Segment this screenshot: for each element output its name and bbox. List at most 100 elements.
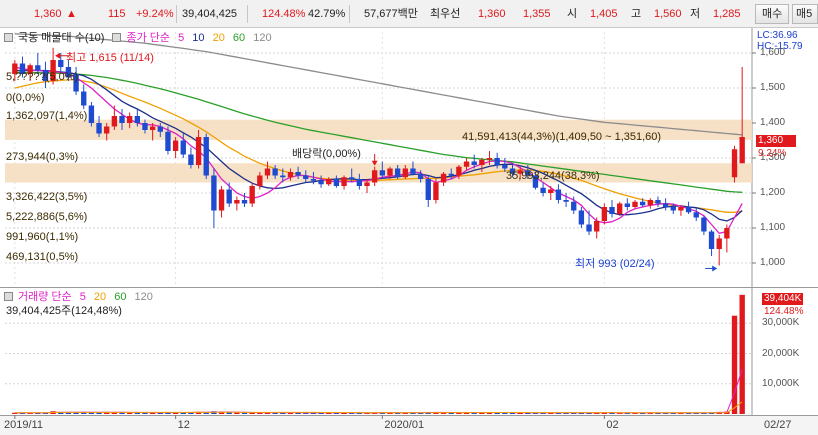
y-tick-label: 1,200 <box>760 187 786 198</box>
candle-body <box>724 228 730 239</box>
price-change-pct: +9.24% <box>136 8 174 20</box>
up-arrow-icon: ▲ <box>66 8 77 20</box>
candle-body <box>264 168 271 176</box>
candle-body <box>81 91 87 106</box>
candle-body <box>639 201 646 206</box>
divider <box>247 5 248 23</box>
stock-name: 국동 매물대 수(10) <box>18 32 105 44</box>
candle-body <box>134 116 141 123</box>
vp-mid-label: 35,993,244(38,3%) <box>506 170 600 182</box>
candle-body <box>203 137 209 176</box>
candle-body <box>195 137 202 165</box>
candle-body <box>142 123 148 130</box>
x-tick-label: 12 <box>177 419 190 431</box>
buy-button[interactable]: 매수 <box>755 4 790 24</box>
volume-bar <box>241 412 248 414</box>
candle-body <box>295 172 301 176</box>
sell-button[interactable]: 매5 <box>792 4 818 24</box>
ma5-label: 5 <box>178 32 185 44</box>
volume-ratio: 124.48% <box>262 8 306 20</box>
candle-body <box>371 170 378 183</box>
candle <box>616 201 623 216</box>
candle-body <box>632 201 638 207</box>
main-legend: 국동 매물대 수(10) 종가 단순 5 10 20 60 120 <box>4 31 277 45</box>
candle-body <box>433 182 439 200</box>
vol-ma5-label: 5 <box>79 291 86 303</box>
candle-body <box>739 137 745 164</box>
low-price: 1,285 <box>713 8 741 20</box>
candle-body <box>188 154 194 165</box>
candle-body <box>471 161 477 165</box>
y-tick-label: 1,500 <box>760 82 786 93</box>
candle-body <box>716 238 722 249</box>
x-tick-label: 2020/01 <box>384 419 425 431</box>
candle-body <box>234 200 240 204</box>
volume-chart[interactable] <box>0 288 818 415</box>
volume-pct-tag: 124.48% <box>764 306 804 317</box>
candle-body <box>425 179 431 200</box>
candle-body <box>417 173 424 179</box>
candle-body <box>670 207 676 211</box>
high-label: 고 <box>631 8 642 20</box>
candle-body <box>571 201 577 211</box>
ma-title: 종가 단순 <box>126 32 171 44</box>
candle-body <box>280 175 286 178</box>
vp-label: 3,326,422(3,5%) <box>6 191 88 203</box>
ma10-label: 10 <box>192 32 205 44</box>
volume-bar <box>234 412 240 414</box>
candle-body <box>180 140 186 155</box>
current-price: 1,360 <box>34 8 62 20</box>
candle-body <box>157 126 163 132</box>
candle-body <box>678 207 684 211</box>
vp-label: 1,362,097(1,4%) <box>6 110 88 122</box>
candle-body <box>731 149 738 178</box>
vol-ma-title: 거래량 단순 <box>18 291 72 303</box>
x-tick-label: 02/27 <box>764 419 792 431</box>
divider <box>349 5 350 23</box>
vp-label: 5,222,886(5,6%) <box>6 211 88 223</box>
volume-tick-label: 20,000K <box>762 347 800 359</box>
vp-label: 273,944(0,3%) <box>6 151 79 163</box>
collapse-box-icon[interactable] <box>4 292 13 301</box>
x-tick-label: 2019/11 <box>4 419 43 431</box>
candle-body <box>463 161 470 167</box>
vol-ma60-label: 60 <box>114 291 127 303</box>
y-tick-label: 1,000 <box>760 257 786 268</box>
candle-body <box>379 170 386 176</box>
candle <box>731 145 738 183</box>
best-ask: 1,360 <box>478 8 506 20</box>
y-tick-label: 1,400 <box>760 117 786 128</box>
volume-bar <box>739 294 745 414</box>
candle-body <box>685 207 692 213</box>
candle-body <box>111 116 118 127</box>
vol-ma120-label: 120 <box>134 291 153 303</box>
candle-body <box>555 189 562 200</box>
volume-value-label: 39,404,425주(124,48%) <box>6 305 122 317</box>
candle-body <box>303 175 309 179</box>
volume-tick-label: 10,000K <box>762 377 800 389</box>
y-tick-label: 1,100 <box>760 222 786 233</box>
candle-body <box>448 173 454 176</box>
current-price-tag: 1,360 <box>756 135 796 147</box>
candle-body <box>149 126 156 130</box>
candle-body <box>88 105 95 123</box>
y-tick-label: 1,300 <box>760 152 786 163</box>
candle-body <box>563 200 569 202</box>
volume-value-tag: 39,404K <box>762 293 804 305</box>
low-label: 저 <box>690 8 701 20</box>
candle-body <box>410 168 416 174</box>
open-price: 1,405 <box>590 8 618 20</box>
price-chart[interactable] <box>0 28 818 288</box>
low-annotation: 최저 993 (02/24) <box>575 258 655 270</box>
high-price: 1,560 <box>654 8 682 20</box>
candle-body <box>548 189 554 193</box>
candle-body <box>456 166 462 176</box>
candle-body <box>693 212 699 218</box>
candle-body <box>402 168 408 178</box>
candle <box>88 102 95 127</box>
volume-legend: 거래량 단순 5 20 60 120 <box>4 290 158 304</box>
candle-body <box>647 200 653 206</box>
candle-body <box>655 200 661 204</box>
collapse-box-icon[interactable] <box>4 33 13 42</box>
collapse-box-icon[interactable] <box>112 33 122 42</box>
